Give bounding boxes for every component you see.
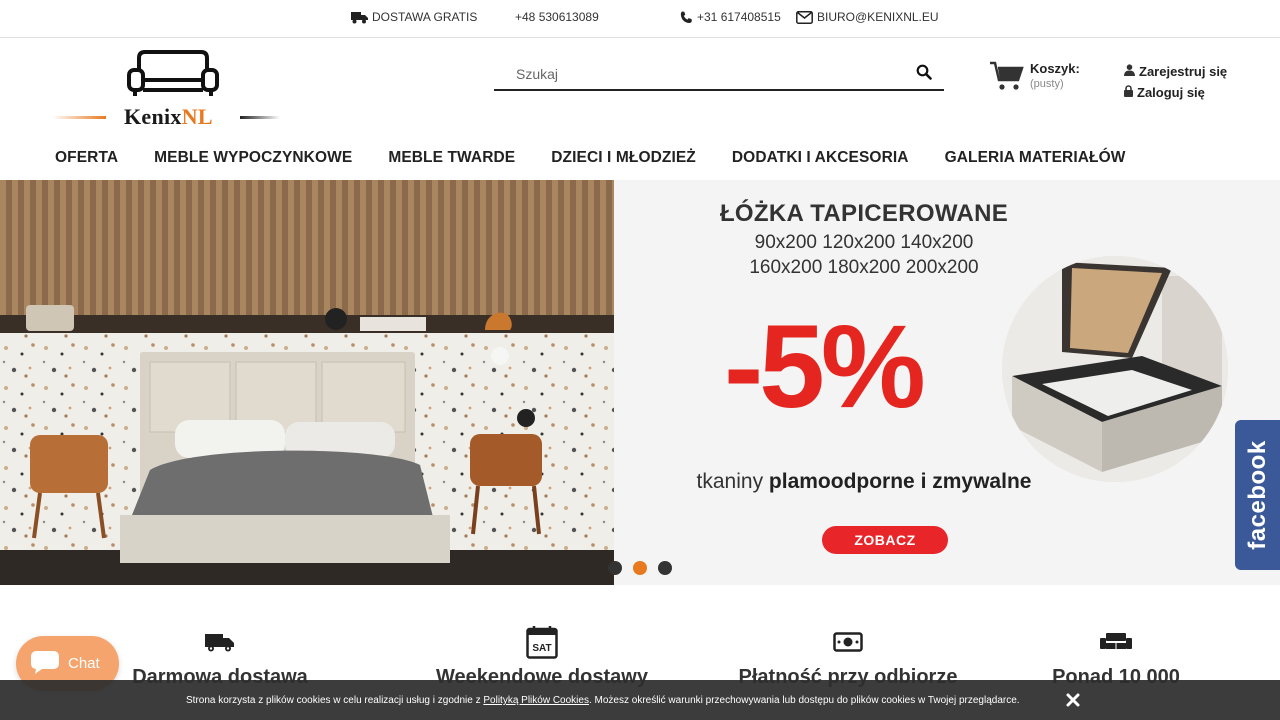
search-icon[interactable] xyxy=(916,64,936,84)
free-shipping-info: DOSTAWA GRATIS xyxy=(351,10,477,24)
chat-bubble-icon xyxy=(30,649,60,679)
truck-icon xyxy=(80,626,360,658)
login-label[interactable]: Zaloguj się xyxy=(1137,85,1205,100)
email-label[interactable]: BIURO@KENIXNL.EU xyxy=(817,10,939,24)
account-links: Zarejestruj się Zaloguj się xyxy=(1124,62,1227,104)
facebook-tab[interactable]: facebook xyxy=(1235,420,1280,570)
sofa-icon xyxy=(976,626,1256,658)
cart-icon xyxy=(990,61,1024,96)
calendar-sat-icon: SAT xyxy=(402,626,682,659)
bedroom-illustration xyxy=(0,180,614,585)
promo-title: ŁÓŻKA TAPICEROWANE xyxy=(719,200,1009,227)
svg-text:SAT: SAT xyxy=(532,643,551,654)
cart-status: (pusty) xyxy=(1030,78,1064,90)
zobacz-button[interactable]: ZOBACZ xyxy=(822,526,948,554)
search-bar xyxy=(494,58,944,91)
nav-item-dodatki[interactable]: DODATKI I AKCESORIA xyxy=(732,149,909,167)
promo-sizes-row-2: 160x200 180x200 200x200 xyxy=(749,257,979,278)
logo-line-left xyxy=(52,116,106,119)
phone-pl-label[interactable]: +48 530613089 xyxy=(515,10,599,24)
bed-storage-photo xyxy=(1002,256,1228,482)
facebook-label: facebook xyxy=(1243,440,1271,550)
nav-item-dzieci[interactable]: DZIECI I MŁODZIEŻ xyxy=(551,149,696,167)
promo-fabric-bold: plamoodporne i zmywalne xyxy=(768,470,1032,493)
nav-item-galeria[interactable]: GALERIA MATERIAŁÓW xyxy=(945,149,1126,167)
lock-icon xyxy=(1124,84,1133,100)
promo-discount: -5% xyxy=(724,301,926,433)
promo-sizes-row-1: 90x200 120x200 140x200 xyxy=(754,232,974,253)
cart-label: Koszyk: xyxy=(1030,61,1080,76)
cash-icon xyxy=(708,626,988,658)
register-link[interactable]: Zarejestruj się xyxy=(1124,62,1227,80)
cookie-text-before: Strona korzysta z plików cookies w celu … xyxy=(186,695,484,706)
close-icon[interactable] xyxy=(1065,692,1081,708)
storage-bed-illustration xyxy=(1002,256,1228,482)
promo-panel: ŁÓŻKA TAPICEROWANE 90x200 120x200 140x20… xyxy=(614,180,1280,585)
logo-word-a: Kenix xyxy=(124,104,182,129)
phone-pl[interactable]: +48 530613089 xyxy=(515,10,599,24)
promo-fabric-pre: tkaniny xyxy=(696,470,769,493)
nav-item-oferta[interactable]: OFERTA xyxy=(55,149,118,167)
cookie-banner: Strona korzysta z plików cookies w celu … xyxy=(0,680,1280,720)
logo-line-right xyxy=(240,116,280,119)
cookie-text: Strona korzysta z plików cookies w celu … xyxy=(186,695,1020,706)
phone-icon xyxy=(680,11,693,24)
login-link[interactable]: Zaloguj się xyxy=(1124,83,1227,101)
hero-slider[interactable]: ŁÓŻKA TAPICEROWANE 90x200 120x200 140x20… xyxy=(0,180,1280,585)
site-logo[interactable]: KenixNL xyxy=(52,50,280,132)
logo-wordmark: KenixNL xyxy=(124,104,213,130)
nav-item-meble-wypoczynkowe[interactable]: MEBLE WYPOCZYNKOWE xyxy=(154,149,352,167)
sofa-logo-icon xyxy=(127,50,219,96)
cart-widget[interactable]: Koszyk: (pusty) xyxy=(990,61,1080,96)
slide-dot-2[interactable] xyxy=(633,561,647,575)
slider-pagination xyxy=(608,561,672,575)
cookie-policy-link[interactable]: Polityką Plików Cookies xyxy=(483,695,589,706)
register-label[interactable]: Zarejestruj się xyxy=(1139,64,1227,79)
main-nav: OFERTA MEBLE WYPOCZYNKOWE MEBLE TWARDE D… xyxy=(55,149,1125,167)
user-icon xyxy=(1124,63,1135,79)
phone-nl-label[interactable]: +31 617408515 xyxy=(697,10,781,24)
bedroom-photo xyxy=(0,180,614,585)
slide-dot-3[interactable] xyxy=(658,561,672,575)
envelope-icon xyxy=(796,10,813,24)
email-link[interactable]: BIURO@KENIXNL.EU xyxy=(796,10,939,24)
slide-dot-1[interactable] xyxy=(608,561,622,575)
promo-fabric-text: tkaniny plamoodporne i zmywalne xyxy=(614,470,1114,494)
chat-label: Chat xyxy=(68,655,100,672)
free-shipping-label: DOSTAWA GRATIS xyxy=(372,10,478,24)
top-info-bar: DOSTAWA GRATIS +48 530613089 +31 6174085… xyxy=(0,0,1280,38)
logo-word-b: NL xyxy=(181,104,213,129)
nav-item-meble-twarde[interactable]: MEBLE TWARDE xyxy=(388,149,515,167)
cookie-text-after: . Możesz określić warunki przechowywania… xyxy=(588,695,1020,706)
truck-icon xyxy=(351,11,368,24)
search-input[interactable] xyxy=(494,58,904,89)
phone-nl[interactable]: +31 617408515 xyxy=(680,10,781,24)
